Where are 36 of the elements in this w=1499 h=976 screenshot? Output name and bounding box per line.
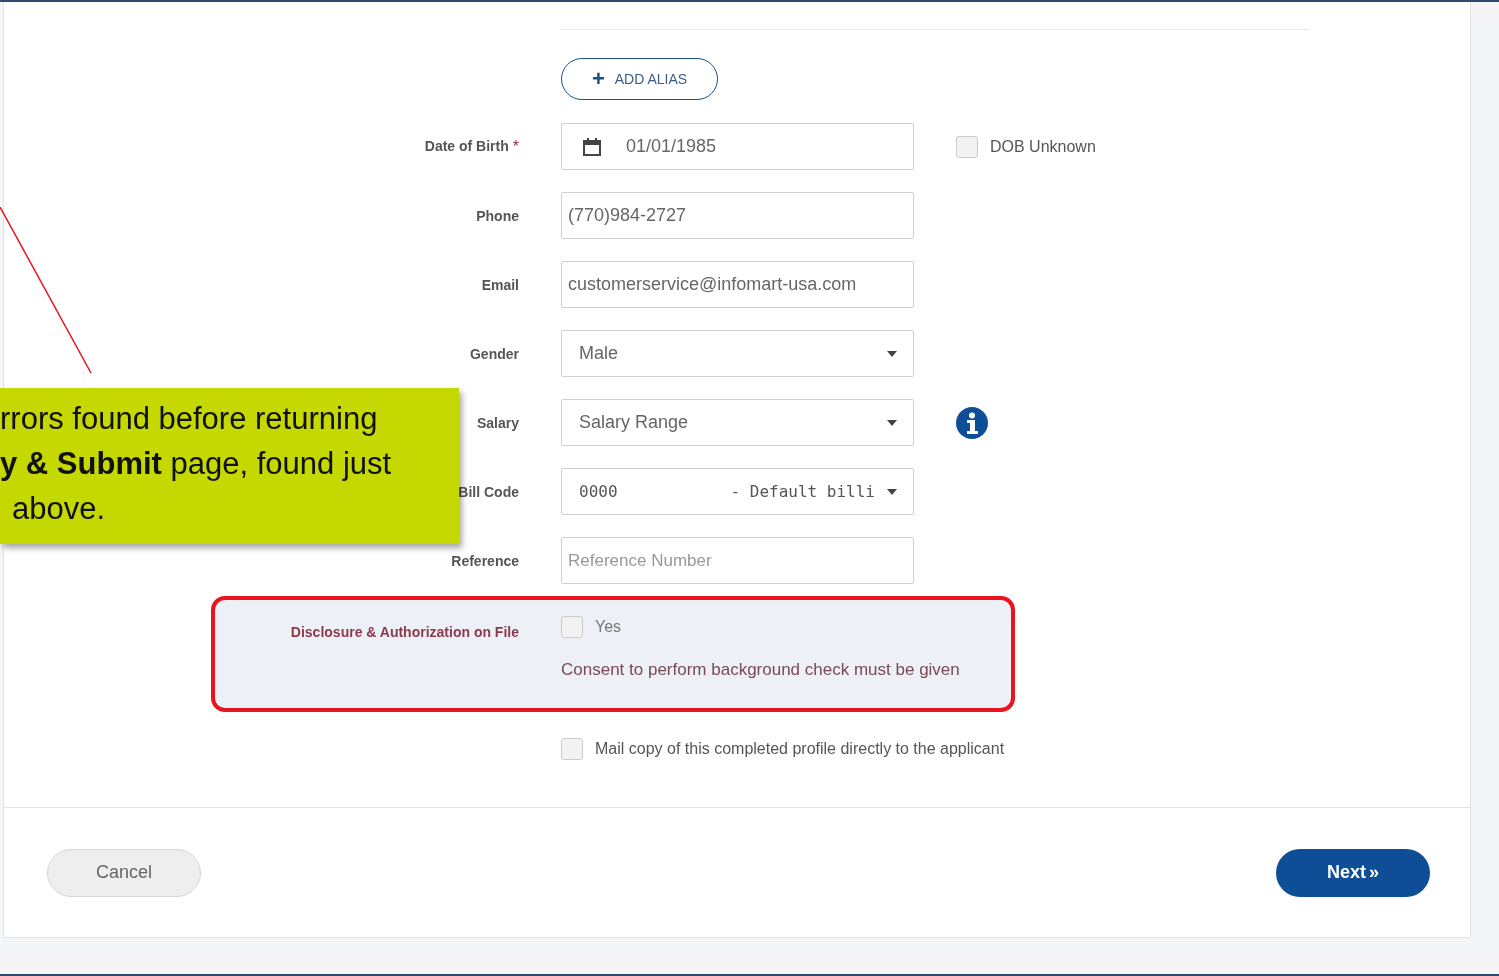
- field-label: Gender: [470, 345, 519, 362]
- field-label: Phone: [476, 207, 519, 224]
- calendar-icon: [582, 136, 602, 157]
- error-message: Consent to perform background check must be given: [561, 660, 961, 680]
- add-alias-button[interactable]: + ADD ALIAS: [561, 58, 718, 100]
- field-label: Disclosure & Authorization on File: [290, 624, 519, 642]
- select-field[interactable]: Male: [561, 330, 914, 377]
- caret-icon: [887, 419, 897, 426]
- checkbox[interactable]: [561, 616, 583, 638]
- info-icon[interactable]: [956, 406, 988, 439]
- checkbox-label[interactable]: DOB Unknown: [956, 135, 1470, 158]
- checkbox-text: Yes: [595, 618, 622, 636]
- cancel-button[interactable]: Cancel: [47, 848, 201, 897]
- field-label: Reference: [451, 552, 519, 569]
- checkbox-text: DOB Unknown: [990, 137, 1096, 156]
- select-field[interactable]: Salary Range: [561, 399, 914, 446]
- field-label: Email: [481, 276, 519, 293]
- text-field[interactable]: customerservice@infomart-usa.com: [561, 261, 914, 308]
- select-field[interactable]: 0000 - Default billi: [561, 468, 914, 515]
- checkbox-label[interactable]: Mail copy of this completed profile directly to the applicant: [561, 738, 1470, 760]
- checkbox[interactable]: [956, 135, 978, 158]
- checkbox-label[interactable]: Yes: [561, 616, 1011, 638]
- caret-icon: [887, 350, 897, 357]
- text-field[interactable]: (770)984-2727: [561, 192, 914, 239]
- callout-text: y & Submit page, found just: [0, 444, 393, 483]
- required-mark: *: [512, 137, 519, 156]
- field-label: Salary: [476, 414, 519, 431]
- caret-icon: [887, 488, 897, 495]
- date-field[interactable]: 01/01/1985: [561, 123, 914, 170]
- callout-text: above.: [11, 489, 107, 528]
- field-label: Bill Code: [458, 483, 519, 500]
- callout-text: rrors found before returning: [0, 399, 379, 438]
- checkbox[interactable]: [561, 738, 583, 760]
- next-button[interactable]: Next »: [1276, 848, 1430, 897]
- field-label: Date of Birth: [424, 137, 509, 156]
- checkbox-text: Mail copy of this completed profile directly to the applicant: [595, 740, 1005, 758]
